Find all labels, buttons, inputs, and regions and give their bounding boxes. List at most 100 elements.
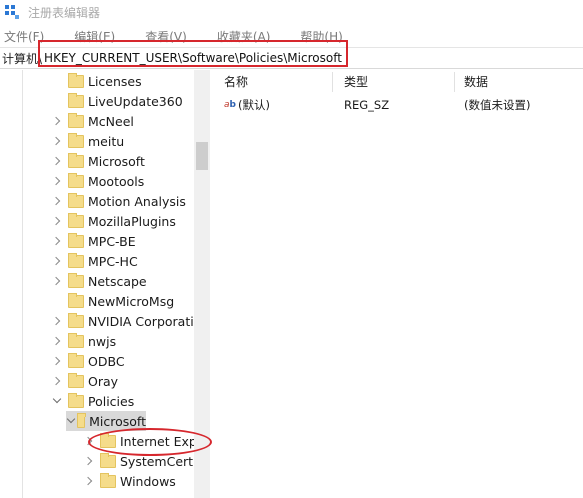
tree-item[interactable]: Netscape <box>52 271 147 291</box>
value-row[interactable]: ab (默认) <box>224 96 270 114</box>
folder-icon <box>68 132 84 148</box>
tree-item[interactable]: nwjs <box>52 331 116 351</box>
chevron-right-icon[interactable] <box>52 136 62 146</box>
chevron-right-icon[interactable] <box>84 476 94 486</box>
window-title: 注册表编辑器 <box>28 5 101 20</box>
folder-icon <box>68 92 84 108</box>
tree-item[interactable]: Microsoft <box>66 411 146 431</box>
key-tree-pane: Licenses LiveUpdate360 McNeel meitu Microsof… <box>0 70 212 498</box>
tree-item[interactable]: MPC-HC <box>52 251 138 271</box>
address-bar[interactable]: 计算机\ HKEY_CURRENT_USER\Software\Policies… <box>0 47 583 69</box>
tree-item[interactable]: SystemCertifi <box>84 451 204 471</box>
chevron-right-icon[interactable] <box>52 176 62 186</box>
menu-bar: 文件(F) 编辑(E) 查看(V) 收藏夹(A) 帮助(H) <box>0 26 583 46</box>
chevron-down-icon[interactable] <box>52 396 62 406</box>
chevron-right-icon[interactable] <box>84 436 94 446</box>
tree-guide-line <box>22 70 23 498</box>
chevron-right-icon[interactable] <box>52 116 62 126</box>
tree-item-label: Mootools <box>88 173 145 189</box>
chevron-right-icon[interactable] <box>52 316 62 326</box>
tree-item-label: McNeel <box>88 113 134 129</box>
tree-item[interactable]: MPC-BE <box>52 231 136 251</box>
value-data-cell: (数值未设置) <box>464 96 530 114</box>
menu-favorites[interactable]: 收藏夹(A) <box>217 28 271 45</box>
folder-icon <box>68 112 84 128</box>
folder-icon <box>68 372 84 388</box>
tree-item[interactable]: MozillaPlugins <box>52 211 176 231</box>
menu-file[interactable]: 文件(F) <box>4 28 44 45</box>
tree-item[interactable]: LiveUpdate360 <box>52 91 183 111</box>
chevron-right-icon[interactable] <box>52 276 62 286</box>
chevron-right-icon[interactable] <box>52 256 62 266</box>
menu-help[interactable]: 帮助(H) <box>300 28 342 45</box>
chevron-right-icon[interactable] <box>52 376 62 386</box>
folder-icon <box>68 172 84 188</box>
tree-item[interactable]: NVIDIA Corporatio <box>52 311 201 331</box>
column-header-type[interactable]: 类型 <box>344 70 368 92</box>
address-path[interactable]: HKEY_CURRENT_USER\Software\Policies\Micr… <box>44 51 342 65</box>
tree-item[interactable]: Windows <box>84 471 176 491</box>
chevron-right-icon[interactable] <box>84 456 94 466</box>
tree-item-label: Microsoft <box>89 413 146 429</box>
folder-icon <box>68 332 84 348</box>
column-separator[interactable] <box>332 72 333 92</box>
tree-item[interactable]: Licenses <box>52 71 142 91</box>
tree-item[interactable]: McNeel <box>52 111 134 131</box>
tree-item-label: Licenses <box>88 73 142 89</box>
tree-item-label: Netscape <box>88 273 147 289</box>
tree-item[interactable]: Internet Expl <box>84 431 200 451</box>
tree-scrollbar[interactable] <box>194 70 210 498</box>
tree-item[interactable]: Motion Analysis <box>52 191 186 211</box>
chevron-right-icon[interactable] <box>52 236 62 246</box>
value-data: (数值未设置) <box>464 98 531 112</box>
tree-item-label: NVIDIA Corporatio <box>88 313 202 329</box>
folder-icon <box>68 212 84 228</box>
folder-icon <box>68 392 84 408</box>
column-header-name[interactable]: 名称 <box>224 70 248 92</box>
value-type-cell: REG_SZ <box>344 96 389 114</box>
tree-item[interactable]: Mootools <box>52 171 144 191</box>
tree-item[interactable]: Oray <box>52 371 118 391</box>
values-pane: 名称 类型 数据 ab (默认) REG_SZ (数值未设置) <box>214 70 583 498</box>
value-name: (默认) <box>237 98 270 112</box>
tree-item-label: NewMicroMsg <box>88 293 175 309</box>
folder-icon <box>76 412 87 428</box>
folder-icon <box>68 252 84 268</box>
tree-item-label: Motion Analysis <box>88 193 186 209</box>
tree-scroll-thumb[interactable] <box>196 142 208 170</box>
tree-item-label: ODBC <box>88 353 125 369</box>
folder-icon <box>100 432 116 448</box>
value-type: REG_SZ <box>344 98 390 112</box>
tree-item-label: Oray <box>88 373 119 389</box>
title-bar: 注册表编辑器 <box>0 0 583 24</box>
string-value-icon: ab <box>224 100 236 110</box>
folder-icon <box>68 192 84 208</box>
chevron-right-icon[interactable] <box>52 156 62 166</box>
tree-item[interactable]: ODBC <box>52 351 125 371</box>
chevron-right-icon[interactable] <box>52 356 62 366</box>
chevron-right-icon[interactable] <box>52 196 62 206</box>
folder-icon <box>68 232 84 248</box>
chevron-down-icon[interactable] <box>66 416 71 426</box>
column-separator[interactable] <box>454 72 455 92</box>
tree-item-label: nwjs <box>88 333 117 349</box>
tree-item-label: LiveUpdate360 <box>88 93 183 109</box>
tree-item[interactable]: meitu <box>52 131 124 151</box>
tree-item[interactable]: NewMicroMsg <box>52 291 174 311</box>
tree-item[interactable]: Policies <box>52 391 134 411</box>
menu-edit[interactable]: 编辑(E) <box>74 28 115 45</box>
chevron-right-icon[interactable] <box>52 216 62 226</box>
column-header-data[interactable]: 数据 <box>464 70 488 92</box>
menu-view[interactable]: 查看(V) <box>145 28 187 45</box>
tree-item-label: SystemCertifi <box>120 453 205 469</box>
folder-icon <box>68 272 84 288</box>
tree-item[interactable]: Microsoft <box>52 151 145 171</box>
chevron-right-icon[interactable] <box>52 336 62 346</box>
folder-icon <box>68 152 84 168</box>
address-root-label: 计算机\ <box>2 51 43 66</box>
tree-item-label: meitu <box>88 133 125 149</box>
folder-icon <box>68 292 84 308</box>
tree-item-label: MozillaPlugins <box>88 213 176 229</box>
tree-item-label: Internet Expl <box>120 433 201 449</box>
tree-item-label: Microsoft <box>88 153 145 169</box>
